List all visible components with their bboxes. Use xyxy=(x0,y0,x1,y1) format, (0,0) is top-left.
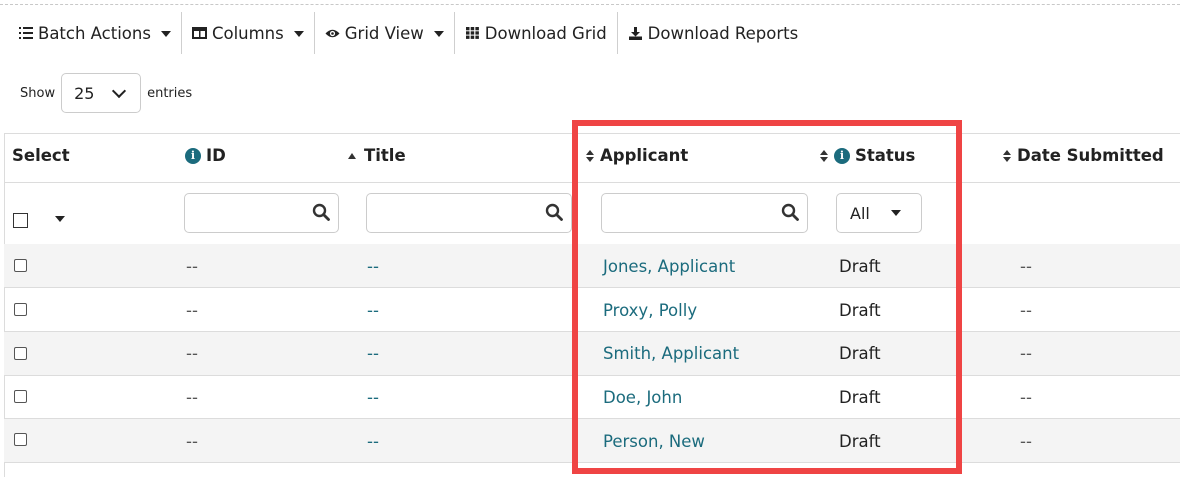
batch-actions-label: Batch Actions xyxy=(38,23,151,43)
row-applicant-link[interactable]: Doe, John xyxy=(603,388,682,407)
info-icon[interactable]: i xyxy=(185,147,201,164)
sort-asc-icon xyxy=(348,152,356,159)
row-id: -- xyxy=(186,432,198,451)
grid-view-button[interactable]: Grid View xyxy=(315,12,454,54)
download-grid-label: Download Grid xyxy=(484,23,607,43)
row-id: -- xyxy=(186,344,198,363)
columns-icon xyxy=(191,26,207,41)
header-divider xyxy=(4,182,1180,183)
table-row: -- -- Person, New Draft -- xyxy=(4,419,1180,462)
search-icon xyxy=(545,203,563,221)
caret-down-icon xyxy=(433,30,444,37)
row-status: Draft xyxy=(839,257,881,276)
grid-icon xyxy=(465,26,480,41)
eye-icon xyxy=(325,26,340,41)
row-status: Draft xyxy=(839,301,881,320)
search-icon xyxy=(312,203,330,221)
header-id-label: ID xyxy=(206,146,226,165)
caret-down-icon xyxy=(890,210,901,216)
caret-down-icon xyxy=(293,30,304,37)
header-title[interactable]: Title xyxy=(348,146,406,165)
top-dashed-border xyxy=(0,4,1180,5)
download-reports-button[interactable]: Download Reports xyxy=(618,12,809,54)
table-top-border xyxy=(4,133,1180,134)
row-applicant-link[interactable]: Person, New xyxy=(603,432,705,451)
header-select-label: Select xyxy=(12,146,70,165)
row-date-submitted: -- xyxy=(1020,432,1032,451)
entries-length-control: Show 25 entries xyxy=(20,72,192,114)
columns-label: Columns xyxy=(211,23,284,43)
entries-show-label: Show xyxy=(20,85,56,101)
row-title-link[interactable]: -- xyxy=(367,257,379,276)
id-filter-input[interactable] xyxy=(184,193,339,233)
download-grid-button[interactable]: Download Grid xyxy=(455,12,617,54)
select-all-checkbox[interactable] xyxy=(13,213,28,228)
row-status: Draft xyxy=(839,388,881,407)
row-applicant-link[interactable]: Proxy, Polly xyxy=(603,301,697,320)
row-title-link[interactable]: -- xyxy=(367,432,379,451)
row-id: -- xyxy=(186,257,198,276)
row-checkbox[interactable] xyxy=(14,433,27,446)
header-applicant-label: Applicant xyxy=(600,146,689,165)
header-title-label: Title xyxy=(364,146,406,165)
row-status: Draft xyxy=(839,432,881,451)
header-applicant[interactable]: Applicant xyxy=(586,146,688,165)
search-icon xyxy=(781,203,799,221)
info-icon[interactable]: i xyxy=(834,147,850,164)
row-checkbox[interactable] xyxy=(14,259,27,272)
batch-actions-button[interactable]: Batch Actions xyxy=(8,12,181,54)
download-icon xyxy=(628,26,643,41)
row-date-submitted: -- xyxy=(1020,344,1032,363)
sort-icon xyxy=(1003,149,1011,162)
grid-toolbar: Batch Actions Columns Grid View Download… xyxy=(8,12,808,54)
download-reports-label: Download Reports xyxy=(647,23,799,43)
row-id: -- xyxy=(186,388,198,407)
table-row: -- -- Jones, Applicant Draft -- xyxy=(4,244,1180,287)
header-id[interactable]: i ID xyxy=(185,146,226,165)
row-checkbox[interactable] xyxy=(14,303,27,316)
row-date-submitted: -- xyxy=(1020,301,1032,320)
row-applicant-link[interactable]: Jones, Applicant xyxy=(603,257,735,276)
entries-select[interactable]: 25 xyxy=(61,73,142,113)
header-status[interactable]: i Status xyxy=(820,146,915,165)
row-date-submitted: -- xyxy=(1020,257,1032,276)
header-date-submitted[interactable]: Date Submitted xyxy=(1003,146,1164,165)
header-status-label: Status xyxy=(855,146,916,165)
sort-icon xyxy=(820,149,828,162)
status-filter-select[interactable]: All xyxy=(836,193,922,233)
row-applicant-link[interactable]: Smith, Applicant xyxy=(603,344,739,363)
entries-select-value: 25 xyxy=(74,83,95,103)
table-row: -- -- Doe, John Draft -- xyxy=(4,376,1180,419)
row-title-link[interactable]: -- xyxy=(367,344,379,363)
columns-button[interactable]: Columns xyxy=(182,12,314,54)
caret-down-icon xyxy=(160,30,171,37)
applicant-filter-input[interactable] xyxy=(601,193,808,233)
row-divider xyxy=(4,462,1180,463)
table-row: -- -- Proxy, Polly Draft -- xyxy=(4,288,1180,331)
row-date-submitted: -- xyxy=(1020,388,1032,407)
row-checkbox[interactable] xyxy=(14,390,27,403)
title-filter-input[interactable] xyxy=(366,193,572,233)
header-select: Select xyxy=(12,146,70,165)
row-status: Draft xyxy=(839,344,881,363)
grid-view-label: Grid View xyxy=(344,23,424,43)
entries-suffix-label: entries xyxy=(147,85,193,101)
sort-icon xyxy=(586,149,594,162)
header-date-submitted-label: Date Submitted xyxy=(1017,146,1164,165)
row-id: -- xyxy=(186,301,198,320)
row-checkbox[interactable] xyxy=(14,347,27,360)
status-filter-value: All xyxy=(850,203,870,223)
row-title-link[interactable]: -- xyxy=(367,388,379,407)
select-all-dropdown-caret[interactable] xyxy=(55,216,65,222)
chevron-down-icon xyxy=(112,83,127,99)
list-icon xyxy=(18,26,33,41)
row-title-link[interactable]: -- xyxy=(367,301,379,320)
table-row: -- -- Smith, Applicant Draft -- xyxy=(4,332,1180,375)
